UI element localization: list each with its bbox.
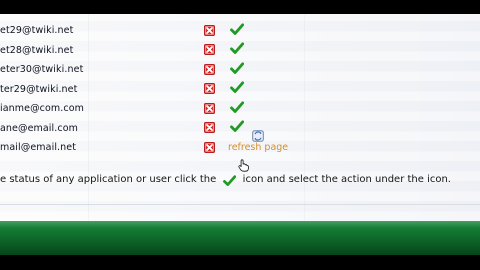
empty-cell bbox=[290, 60, 480, 80]
empty-cell bbox=[290, 99, 480, 119]
refresh-page-link[interactable]: refresh page bbox=[228, 130, 298, 158]
spacer-cell bbox=[168, 80, 188, 100]
instruction-text: e status of any application or user clic… bbox=[0, 171, 480, 191]
status-cell bbox=[230, 99, 290, 119]
refresh-page-label[interactable]: refresh page bbox=[228, 142, 288, 153]
delete-icon[interactable] bbox=[203, 102, 215, 114]
delete-icon[interactable] bbox=[203, 122, 215, 134]
status-cell bbox=[230, 21, 290, 41]
table-row: eter30@twiki.net bbox=[0, 60, 480, 80]
check-icon[interactable] bbox=[230, 23, 244, 36]
table-row: et28@twiki.net bbox=[0, 41, 480, 61]
content-divider bbox=[0, 204, 480, 205]
instruction-after: icon and select the action under the ico… bbox=[242, 174, 451, 185]
instruction-before: e status of any application or user clic… bbox=[0, 174, 217, 185]
spacer-cell bbox=[168, 99, 188, 119]
empty-cell bbox=[290, 21, 480, 41]
delete-icon[interactable] bbox=[203, 24, 215, 36]
delete-icon[interactable] bbox=[203, 141, 215, 153]
email-cell: ianme@com.com bbox=[0, 99, 168, 119]
delete-cell bbox=[188, 138, 230, 158]
hand-pointer-icon bbox=[238, 159, 249, 172]
spacer-cell bbox=[168, 138, 188, 158]
email-text: ianme@com.com bbox=[0, 103, 84, 115]
email-text: et28@twiki.net bbox=[0, 44, 74, 56]
top-black-bar bbox=[0, 0, 480, 14]
refresh-icon[interactable] bbox=[252, 130, 264, 142]
green-footer-band bbox=[0, 221, 480, 255]
check-icon[interactable] bbox=[230, 101, 244, 114]
empty-cell bbox=[290, 80, 480, 100]
empty-cell bbox=[290, 138, 480, 158]
email-cell: ter29@twiki.net bbox=[0, 80, 168, 100]
check-icon bbox=[223, 175, 237, 187]
email-text: mail@email.net bbox=[0, 142, 77, 154]
status-cell bbox=[230, 41, 290, 61]
status-cell bbox=[230, 60, 290, 80]
delete-icon[interactable] bbox=[203, 44, 215, 56]
email-cell: eter30@twiki.net bbox=[0, 60, 168, 80]
check-icon[interactable] bbox=[230, 42, 244, 55]
check-icon[interactable] bbox=[230, 81, 244, 94]
email-text: eter30@twiki.net bbox=[0, 64, 84, 76]
email-text: ane@email.com bbox=[0, 122, 78, 134]
check-icon[interactable] bbox=[230, 62, 244, 75]
screen-frame: et29@twiki.net et28@twiki.net eter30@twi… bbox=[0, 0, 480, 270]
spacer-cell bbox=[168, 119, 188, 139]
email-cell: mail@email.net bbox=[0, 138, 168, 158]
empty-cell bbox=[290, 41, 480, 61]
email-cell: et29@twiki.net bbox=[0, 21, 168, 41]
bottom-black-bar bbox=[0, 255, 480, 270]
delete-icon[interactable] bbox=[203, 63, 215, 75]
email-cell: et28@twiki.net bbox=[0, 41, 168, 61]
spacer-cell bbox=[168, 21, 188, 41]
email-text: et29@twiki.net bbox=[0, 25, 74, 37]
spacer-cell bbox=[168, 60, 188, 80]
table-row: ter29@twiki.net bbox=[0, 80, 480, 100]
table-row: ianme@com.com bbox=[0, 99, 480, 119]
empty-cell bbox=[290, 119, 480, 139]
email-text: ter29@twiki.net bbox=[0, 83, 78, 95]
delete-cell bbox=[188, 21, 230, 41]
content-area: et29@twiki.net et28@twiki.net eter30@twi… bbox=[0, 14, 480, 221]
delete-cell bbox=[188, 119, 230, 139]
status-cell bbox=[230, 80, 290, 100]
delete-cell bbox=[188, 41, 230, 61]
delete-icon[interactable] bbox=[203, 83, 215, 95]
delete-cell bbox=[188, 80, 230, 100]
delete-cell bbox=[188, 60, 230, 80]
delete-cell bbox=[188, 99, 230, 119]
spacer-cell bbox=[168, 41, 188, 61]
email-cell: ane@email.com bbox=[0, 119, 168, 139]
table-row: et29@twiki.net bbox=[0, 21, 480, 41]
